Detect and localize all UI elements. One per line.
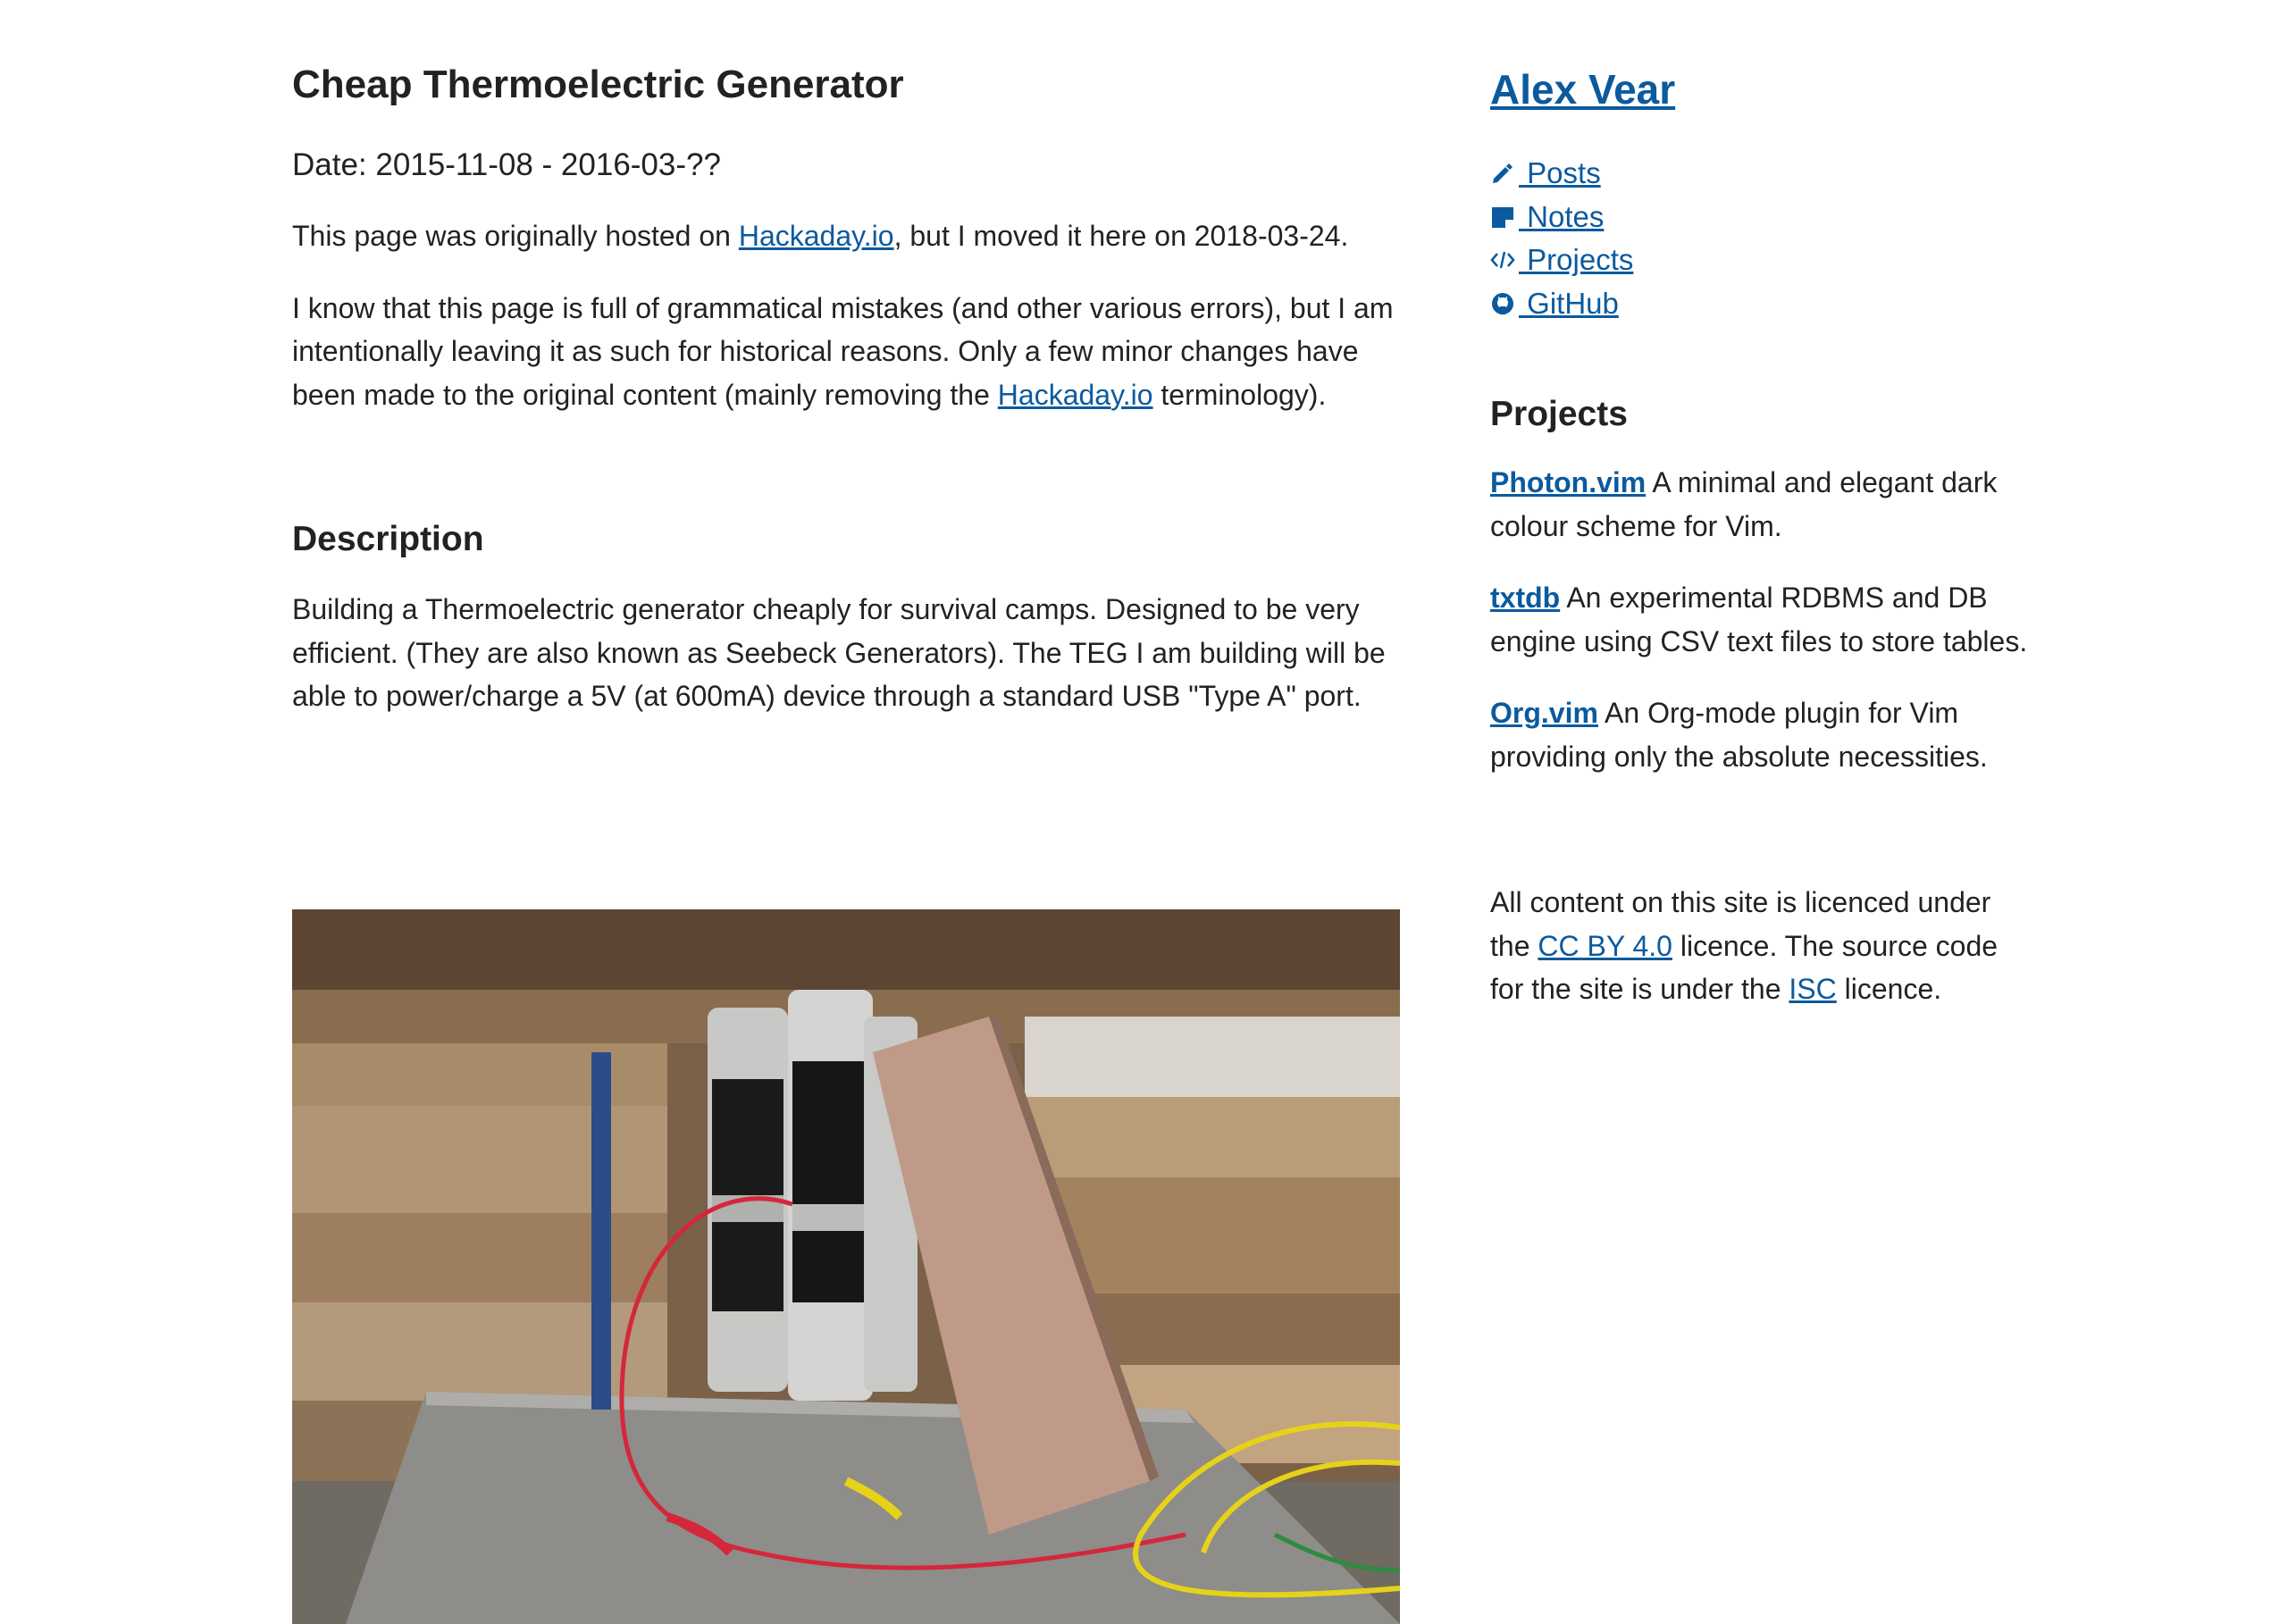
description-paragraph: Building a Thermoelectric generator chea…	[292, 593, 1386, 712]
project-orgvim-link[interactable]: Org.vim	[1490, 697, 1598, 729]
project-photon: Photon.vim A minimal and elegant dark co…	[1490, 461, 2035, 548]
intro-text-after: , but I moved it here on 2018-03-24.	[893, 220, 1349, 252]
site-title-link[interactable]: Alex Vear	[1490, 66, 1675, 113]
post-title: Cheap Thermoelectric Generator	[292, 63, 904, 106]
disclaimer-text-after: terminology).	[1152, 378, 1327, 411]
site-title: Alex Vear	[1490, 54, 2035, 125]
project-photon-link[interactable]: Photon.vim	[1490, 466, 1646, 498]
description-heading: Description	[292, 520, 484, 558]
nav-notes-link[interactable]: Notes	[1490, 200, 1604, 233]
teg-photo	[292, 909, 1400, 1624]
licence-text-3: licence.	[1836, 973, 1942, 1005]
intro-text-before: This page was originally hosted on	[292, 220, 739, 252]
code-icon	[1490, 247, 1515, 272]
nav-projects-label: Projects	[1519, 243, 1634, 276]
hackaday-link-2[interactable]: Hackaday.io	[998, 379, 1153, 411]
cc-by-link[interactable]: CC BY 4.0	[1538, 930, 1672, 962]
licence-notice: All content on this site is licenced und…	[1490, 881, 2035, 1011]
nav-item-projects: Projects	[1490, 239, 2035, 282]
nav-item-notes: Notes	[1490, 196, 2035, 239]
intro-paragraph: This page was originally hosted on Hacka…	[292, 214, 1400, 258]
nav-posts-link[interactable]: Posts	[1490, 156, 1601, 189]
site-nav: Posts Notes Projects GitHub	[1490, 152, 2035, 325]
github-icon	[1490, 291, 1515, 316]
isc-link[interactable]: ISC	[1789, 973, 1836, 1005]
projects-heading: Projects	[1490, 395, 1628, 433]
nav-projects-link[interactable]: Projects	[1490, 243, 1633, 276]
disclaimer-paragraph: I know that this page is full of grammat…	[292, 287, 1400, 417]
nav-notes-label: Notes	[1519, 199, 1605, 233]
main-content: Cheap Thermoelectric Generator Date: 201…	[292, 54, 1400, 747]
nav-item-posts: Posts	[1490, 152, 2035, 196]
post-date: Date: 2015-11-08 - 2016-03-??	[292, 147, 721, 182]
nav-github-link[interactable]: GitHub	[1490, 287, 1619, 320]
pencil-icon	[1490, 161, 1515, 186]
project-txtdb: txtdb An experimental RDBMS and DB engin…	[1490, 576, 2035, 663]
nav-item-github: GitHub	[1490, 282, 2035, 326]
sidebar: Alex Vear Posts Notes Projects GitHub Pr…	[1490, 54, 2035, 1011]
project-txtdb-link[interactable]: txtdb	[1490, 582, 1560, 614]
nav-posts-label: Posts	[1519, 156, 1601, 189]
hackaday-link[interactable]: Hackaday.io	[739, 220, 894, 252]
nav-github-label: GitHub	[1519, 286, 1619, 320]
project-orgvim: Org.vim An Org-mode plugin for Vim provi…	[1490, 691, 2035, 778]
note-icon	[1490, 205, 1515, 230]
project-txtdb-desc: An experimental RDBMS and DB engine usin…	[1490, 582, 2028, 657]
